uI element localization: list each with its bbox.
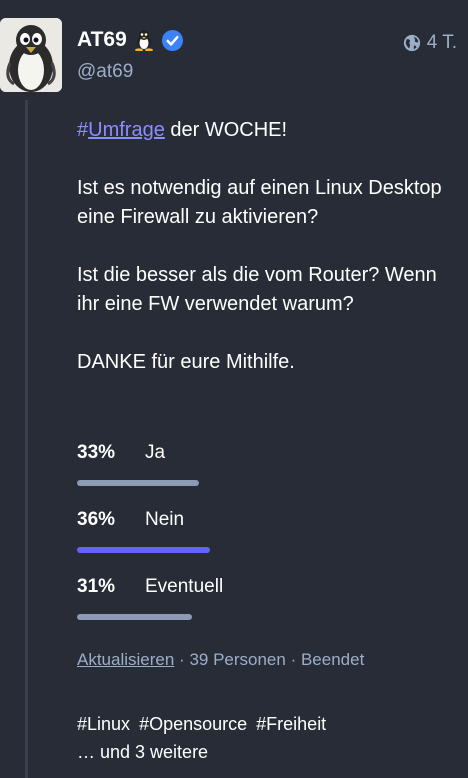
poll-footer: Aktualisieren · 39 Personen · Beendet xyxy=(77,650,364,670)
hashtag-list: #Linux #Opensource #Freiheit … und 3 wei… xyxy=(77,710,330,766)
hashtag-link-opensource[interactable]: #Opensource xyxy=(139,714,247,734)
more-hashtags-link[interactable]: … und 3 weitere xyxy=(77,738,330,766)
content-line-1-rest: der WOCHE! xyxy=(164,119,288,141)
poll-option-bar xyxy=(77,614,192,620)
thread-line xyxy=(25,100,28,778)
poll-option-percent: 36% xyxy=(77,509,116,530)
poll-option-label: Eventuell xyxy=(145,576,224,597)
poll-option: 33% Ja xyxy=(77,442,457,509)
content-paragraph-2: Ist es notwendig auf einen Linux Desktop… xyxy=(77,177,442,228)
tux-icon xyxy=(134,29,154,52)
poll-status: Beendet xyxy=(300,650,365,669)
penguin-avatar-icon xyxy=(0,18,62,92)
content-paragraph-3: Ist die besser als die vom Router? Wenn … xyxy=(77,264,437,315)
poll-option-label: Nein xyxy=(145,509,185,530)
hashtag-link-umfrage[interactable]: #Umfrage xyxy=(77,119,165,141)
hashtag-prefix: # xyxy=(77,119,89,141)
poll-option-bar xyxy=(77,480,199,486)
display-name[interactable]: AT69 xyxy=(77,28,127,52)
poll-voter-count: 39 Personen xyxy=(189,650,286,669)
poll-option-percent: 33% xyxy=(77,442,116,463)
poll: 33% Ja 36% Nein 31% Eventuell xyxy=(77,442,457,643)
poll-option-label: Ja xyxy=(145,442,166,463)
content-paragraph-4: DANKE für eure Mithilfe. xyxy=(77,351,295,373)
post-meta[interactable]: 4 T. xyxy=(403,32,457,54)
avatar[interactable] xyxy=(0,18,62,92)
post-time: 4 T. xyxy=(426,32,457,53)
poll-option-bar xyxy=(77,547,210,553)
poll-separator: · xyxy=(174,650,190,669)
poll-option: 31% Eventuell xyxy=(77,576,457,643)
name-row: AT69 xyxy=(77,28,184,52)
refresh-poll-link[interactable]: Aktualisieren xyxy=(77,650,174,669)
poll-option-row: 31% Eventuell xyxy=(77,576,457,598)
poll-option-percent: 31% xyxy=(77,576,116,597)
account-handle[interactable]: @at69 xyxy=(77,61,133,83)
verified-icon xyxy=(161,29,184,52)
poll-option-row: 36% Nein xyxy=(77,509,457,531)
hashtag-row: #Linux #Opensource #Freiheit xyxy=(77,710,330,738)
post-content: #Umfrage der WOCHE! Ist es notwendig auf… xyxy=(77,116,457,406)
hashtag-link-linux[interactable]: #Linux xyxy=(77,714,130,734)
poll-separator: · xyxy=(285,650,301,669)
globe-icon xyxy=(403,34,421,52)
poll-option-row: 33% Ja xyxy=(77,442,457,464)
hashtag-text: Umfrage xyxy=(88,119,165,141)
poll-option: 36% Nein xyxy=(77,509,457,576)
hashtag-link-freiheit[interactable]: #Freiheit xyxy=(256,714,326,734)
content-line-1: #Umfrage der WOCHE! xyxy=(77,116,457,145)
